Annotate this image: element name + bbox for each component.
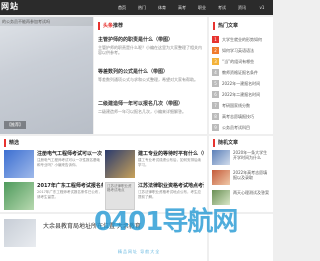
main-nav: 首页 热门 体育 高考 职业 考试 资讯 v1 [112, 0, 272, 15]
rank-badge: 8 [212, 113, 219, 120]
nav-item-gaokao[interactable]: 高考 [172, 0, 192, 15]
rank-badge: 5 [212, 80, 219, 87]
headline-title[interactable]: 二级建造师一年可以报名几次（带图） [98, 100, 202, 107]
headline-item[interactable]: 二级建造师一年可以报名几次（带图） 二级建造师一年可以报名几次，小编来详细解答。 [98, 100, 202, 119]
rank-badge: 4 [212, 69, 219, 76]
article-desc: 建工专业考试成绩公布后，如何安排后续学习。 [138, 158, 201, 167]
list-item[interactable]: 8 高考志愿填报技巧 [212, 111, 270, 122]
featured-tag: 【推荐】 [4, 121, 26, 129]
random-title[interactable]: 2022年高考志愿填报以及录取 [233, 170, 270, 185]
article-thumbnail[interactable] [105, 150, 135, 178]
random-thumbnail[interactable] [212, 170, 230, 185]
article-card[interactable]: 注册电气工程师考试可以一次 注册电气工程师考试可以一次性报名基础和专业吗？小编来… [4, 150, 104, 182]
headline-item[interactable]: 等差数列的公式是什么（带图） 等差数列通项公式与求和公式整理，希望对大家有帮助。 [98, 68, 202, 87]
site-logo[interactable]: 网站 [1, 1, 19, 12]
page: 网站 首页 热门 体育 高考 职业 考试 资讯 v1 的公务员不能再参加考试吗 … [0, 0, 273, 261]
rank-badge: 1 [212, 36, 219, 43]
article-title[interactable]: 江苏法律职业资格考试地点考试 [138, 182, 204, 189]
article-thumbnail[interactable] [4, 182, 34, 210]
article-thumbnail[interactable] [4, 150, 34, 178]
random-item[interactable]: 2020年一条大学生开学时间为什么 [212, 150, 270, 168]
rank-badge: 6 [212, 91, 219, 98]
nav-item-exam[interactable]: 考试 [212, 0, 232, 15]
rank-badge: 7 [212, 102, 219, 109]
headline-item[interactable]: 主管护师的的职责是什么（带图） 主管护师的职责是什么呢？小编在这里为大家整理了相… [98, 36, 202, 55]
section-heading: 随机文章 [213, 139, 238, 147]
nav-item-home[interactable]: 首页 [112, 0, 132, 15]
thumbnail-alt-text: 江苏法律职业资格考试地点 [107, 184, 132, 192]
watermark-tagline: 精品网址 导航大全 [118, 249, 161, 254]
featured-image[interactable] [0, 17, 93, 134]
nav-item-sports[interactable]: 体育 [152, 0, 172, 15]
rank-badge: 3 [212, 58, 219, 65]
watermark-logo: 0401导航网 [94, 207, 238, 237]
list-item[interactable]: 4 教师资格证报名条件 [212, 67, 270, 78]
article-title[interactable]: 2017年广东工程师考试报名条件 [37, 182, 103, 189]
article-desc: 注册电气工程师考试可以一次性报名基础和专业吗？小编来告诉你。 [37, 158, 100, 167]
rank-badge: 2 [212, 47, 219, 54]
headline-desc: 等差数列通项公式与求和公式整理，希望对大家有帮助。 [98, 77, 198, 82]
list-item[interactable]: 1 大学生就业的形势如何 [212, 34, 270, 45]
article-card[interactable]: 2017年广东工程师考试报名条件 2017年广东工程师考试报名条件已公布，请考生… [4, 182, 104, 214]
list-item[interactable]: 3 “当”的组词有哪些 [212, 56, 270, 67]
list-item[interactable]: 7 考研国家线分数 [212, 100, 270, 111]
article-title[interactable]: 注册电气工程师考试可以一次 [37, 150, 103, 157]
headline-recommend-panel: 头条推荐 主管护师的的职责是什么（带图） 主管护师的职责是什么呢？小编在这里为大… [94, 17, 207, 134]
article-title[interactable]: 建工专业的等待时平有什么（带图） [138, 150, 204, 157]
headline-title[interactable]: 等差数列的公式是什么（带图） [98, 68, 202, 75]
headline-title[interactable]: 主管护师的的职责是什么（带图） [98, 36, 202, 43]
featured-caption[interactable]: 的公务员不能再参加考试吗 [0, 17, 93, 26]
nav-item-v1[interactable]: v1 [252, 0, 272, 15]
section-heading: 头条推荐 [98, 22, 123, 30]
hot-list: 1 大学生就业的形势如何 2 如何学习英语语法 3 “当”的组词有哪些 4 教师资格证报… [212, 34, 270, 133]
list-item[interactable]: 2 如何学习英语语法 [212, 45, 270, 56]
featured-slider[interactable]: 的公务员不能再参加考试吗 【推荐】 [0, 17, 93, 134]
article-card[interactable]: 建工专业的等待时平有什么（带图） 建工专业考试成绩公布后，如何安排后续学习。 [105, 150, 205, 182]
random-item[interactable]: 2022年高考志愿填报以及录取 [212, 170, 270, 188]
article-thumbnail[interactable] [4, 219, 36, 247]
nav-item-news[interactable]: 资讯 [232, 0, 252, 15]
headline-desc: 主管护师的职责是什么呢？小编在这里为大家整理了相关内容以供参考。 [98, 45, 202, 55]
rank-badge: 9 [212, 124, 219, 131]
section-heading: 精选 [4, 139, 19, 147]
headline-desc: 二级建造师一年可以报名几次，小编来详细解答。 [98, 109, 186, 114]
top-navbar: 网站 首页 热门 体育 高考 职业 考试 资讯 v1 [0, 0, 273, 15]
list-item[interactable]: 5 2022年一建报名时间 [212, 78, 270, 89]
random-title[interactable]: 2020年一条大学生开学时间为什么 [233, 150, 270, 165]
list-item[interactable]: 9 公务员考试科目 [212, 122, 270, 133]
section-heading: 热门文章 [213, 22, 238, 30]
hot-articles-panel: 热门文章 1 大学生就业的形势如何 2 如何学习英语语法 3 “当”的组词有哪些 4教… [209, 17, 273, 134]
nav-item-hot[interactable]: 热门 [132, 0, 152, 15]
list-item[interactable]: 6 2022年二建报名时间 [212, 89, 270, 100]
nav-item-career[interactable]: 职业 [192, 0, 212, 15]
random-thumbnail[interactable] [212, 150, 230, 165]
